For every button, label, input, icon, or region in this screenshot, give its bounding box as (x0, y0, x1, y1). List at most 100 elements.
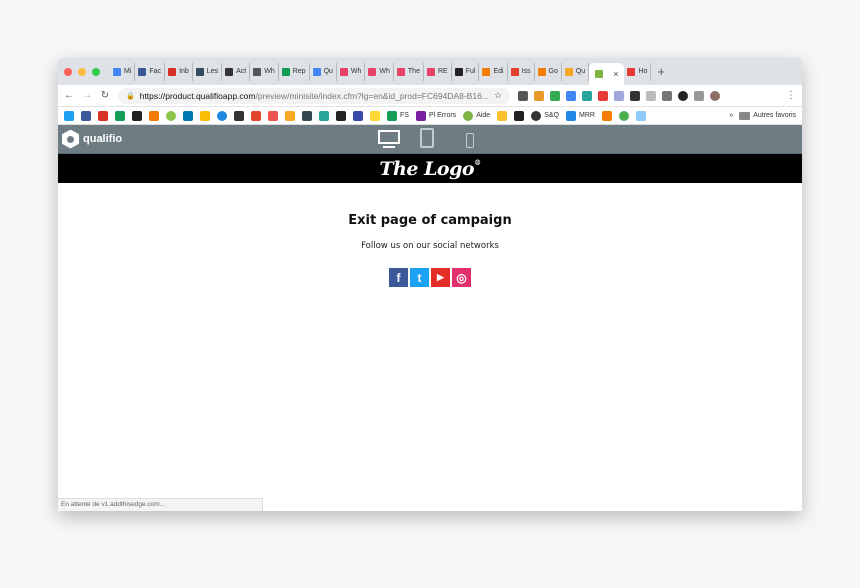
folder-icon (739, 111, 751, 120)
back-button[interactable]: ← (64, 90, 74, 101)
extension-icon[interactable] (550, 90, 560, 101)
tab[interactable]: Iss (508, 62, 535, 81)
instagram-link[interactable]: ◎ (452, 268, 471, 287)
tab[interactable]: Mi (110, 62, 136, 81)
extension-icon[interactable] (566, 90, 576, 101)
gitlab-bookmark-icon[interactable] (251, 110, 261, 121)
tab[interactable]: Fac (135, 62, 166, 81)
analytics-bookmark-icon[interactable] (285, 110, 295, 121)
bookmark-icon[interactable] (618, 110, 629, 121)
extension-icon[interactable] (630, 90, 640, 101)
close-tab-icon[interactable]: × (613, 69, 618, 79)
close-window-button[interactable] (64, 67, 72, 76)
gmail-bookmark-icon[interactable] (98, 110, 108, 121)
twitter-bookmark-icon[interactable] (64, 110, 74, 121)
tab[interactable]: Les (193, 62, 223, 81)
extension-icon[interactable] (614, 90, 624, 101)
sheets-icon (387, 110, 397, 121)
tab[interactable]: The (394, 62, 424, 81)
producthunt-bookmark-icon[interactable] (132, 110, 142, 121)
bookmark-icon[interactable] (514, 110, 525, 121)
bookmark-icon[interactable] (353, 110, 363, 121)
extension-icon[interactable] (598, 90, 608, 101)
extension-icon[interactable] (662, 90, 672, 101)
more-bookmarks-button[interactable]: » (729, 112, 733, 119)
tab-title: Fac (149, 68, 162, 75)
bookmark-icon[interactable] (370, 110, 380, 121)
tab-title: Qu (323, 68, 333, 75)
tab-title: Inb (179, 68, 189, 75)
bookmark-icon[interactable] (497, 110, 508, 121)
extension-icon[interactable] (534, 90, 544, 101)
tab-title: Wh (379, 68, 390, 75)
tab-active[interactable]: × (589, 63, 625, 85)
status-bar: En attente de v1.addthisedge.com... (58, 498, 263, 511)
bookmark-sq[interactable]: S&Q (531, 110, 559, 121)
extension-icon[interactable] (646, 90, 656, 101)
social-links: f t ▶ ◎ (58, 268, 802, 287)
trello-bookmark-icon[interactable] (115, 110, 125, 121)
youtube-link[interactable]: ▶ (431, 268, 450, 287)
maximize-window-button[interactable] (92, 67, 100, 76)
app-icon (454, 67, 463, 76)
bookmark-icon[interactable] (234, 110, 244, 121)
extension-icon[interactable] (678, 90, 688, 101)
bookmark-star-icon[interactable]: ☆ (494, 90, 502, 101)
tab-title: Rep (292, 68, 306, 75)
tab-title: Go (548, 68, 558, 75)
tab[interactable]: Edi (479, 62, 508, 81)
bookmark-aide[interactable]: Aide (463, 110, 490, 121)
tab[interactable]: Wh (365, 62, 394, 81)
bookmark-icon[interactable] (302, 110, 312, 121)
tab[interactable]: Act (222, 62, 251, 81)
minimize-window-button[interactable] (78, 67, 86, 76)
url-path: /preview/minisite/index.cfm?lg=en&id_pro… (255, 90, 489, 101)
bookmark-icon[interactable] (336, 110, 346, 121)
tab[interactable]: RE (424, 62, 452, 81)
tab[interactable]: Qu (562, 62, 590, 81)
tab[interactable]: Rep (279, 62, 310, 81)
tab[interactable]: Ho (624, 62, 652, 81)
user-icon (627, 67, 636, 76)
tab[interactable]: Go (535, 62, 562, 81)
gitlab-icon (510, 67, 519, 76)
bookmark-icon[interactable] (319, 110, 329, 121)
extension-icon[interactable] (582, 90, 592, 101)
camera-icon[interactable] (694, 90, 704, 101)
power-bookmark-icon[interactable] (217, 110, 227, 121)
reload-button[interactable]: ↻ (100, 90, 110, 101)
qualifio-logo-icon (62, 129, 79, 149)
mobile-view-button[interactable] (466, 133, 474, 148)
tab[interactable]: Wh (250, 62, 279, 81)
tab-title: Wh (350, 68, 362, 75)
facebook-link[interactable]: f (389, 268, 408, 287)
bookmark-mrr[interactable]: MRR (566, 110, 595, 121)
page-subtitle: Follow us on our social networks (361, 241, 499, 251)
url-input[interactable]: 🔒 https://product.qualifioapp.com /previ… (118, 87, 510, 104)
facebook-bookmark-icon[interactable] (81, 110, 91, 121)
bookmark-icon[interactable] (166, 110, 176, 121)
tab[interactable]: Ful (452, 62, 480, 81)
tab[interactable]: Qu (310, 62, 337, 81)
bookmark-pl-errors[interactable]: Pl Errors (415, 110, 456, 121)
bookmarks-overflow: » Autres favoris (729, 111, 796, 120)
bookmark-icon[interactable] (149, 110, 159, 121)
new-tab-button[interactable]: + (657, 64, 665, 79)
extension-icon[interactable] (518, 90, 528, 101)
desktop-view-button[interactable] (378, 130, 400, 148)
tab[interactable]: Inb (165, 62, 193, 81)
linkedin-bookmark-icon[interactable] (183, 110, 193, 121)
tablet-view-button[interactable] (420, 128, 434, 148)
bookmark-icon[interactable] (635, 110, 646, 121)
tab[interactable]: Wh (337, 62, 366, 81)
drive-bookmark-icon[interactable] (200, 110, 210, 121)
bookmark-icon[interactable] (601, 110, 612, 121)
bookmark-fs[interactable]: FS (387, 110, 409, 121)
browser-menu-icon[interactable]: ⋮ (786, 90, 796, 101)
bookmark-icon (566, 110, 576, 121)
profile-avatar[interactable] (710, 90, 720, 101)
other-bookmarks-folder[interactable]: Autres favoris (739, 111, 796, 120)
twitter-link[interactable]: t (410, 268, 429, 287)
bookmark-icon[interactable] (268, 110, 278, 121)
forward-button[interactable]: → (82, 90, 92, 101)
